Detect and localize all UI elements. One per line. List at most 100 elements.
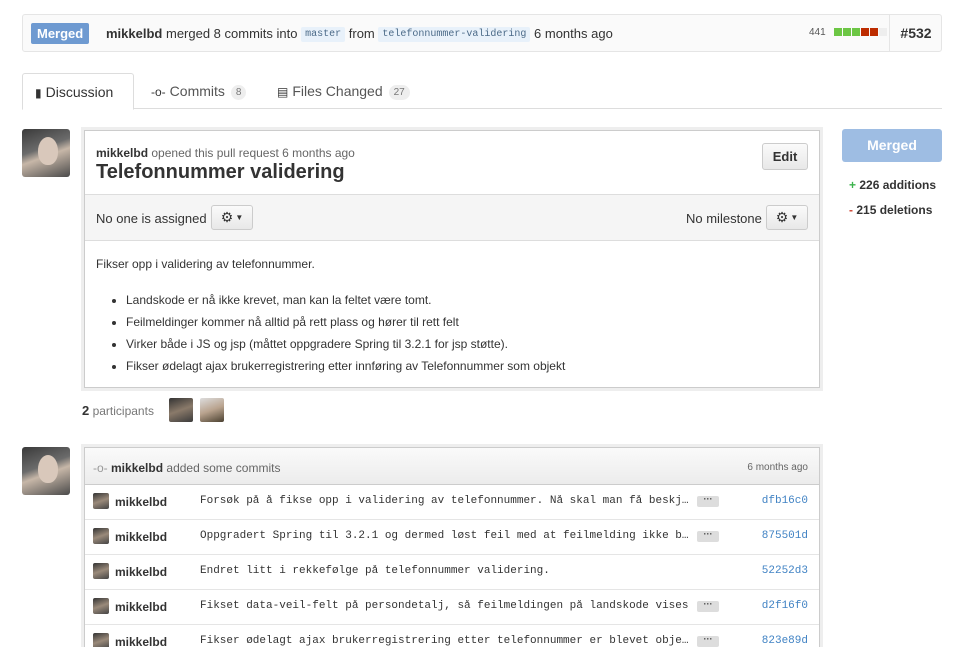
tab-files-changed[interactable]: ▤ Files Changed 27 [277, 73, 410, 109]
expand-message-button[interactable]: ··· [697, 530, 719, 542]
gear-icon: ⚙ [220, 209, 234, 225]
merge-action-text: merged 8 commits into [165, 26, 298, 41]
commit-message-link[interactable]: Forsøk på å fikse opp i validering av te… [200, 495, 690, 507]
avatar[interactable] [93, 528, 109, 544]
commits-time: 6 months ago [747, 462, 808, 473]
base-branch-label[interactable]: master [301, 27, 346, 42]
additions-count: + 226 additions [849, 178, 936, 192]
discussion-icon: ▮ [35, 86, 42, 100]
avatar[interactable] [93, 633, 109, 647]
diffstat-block [870, 28, 879, 37]
files-icon: ▤ [277, 85, 289, 99]
commit-icon: -o- [93, 461, 108, 475]
chevron-down-icon: ▼ [790, 213, 799, 222]
diffstat-block [843, 28, 852, 37]
diffstat-block [879, 28, 888, 37]
expand-message-button[interactable]: ··· [697, 635, 719, 647]
commit-message-link[interactable]: Endret litt i rekkefølge på telefonnumme… [200, 565, 690, 577]
list-item: Fikser ødelagt ajax brukerregistrering e… [126, 357, 565, 379]
pr-state-bar: Merged mikkelbd merged 8 commits into ma… [22, 14, 942, 52]
avatar[interactable] [93, 563, 109, 579]
from-text: from [348, 26, 375, 41]
commit-row: mikkelbd Fikset data-veil-felt på person… [85, 590, 819, 625]
merge-author-link[interactable]: mikkelbd [106, 26, 162, 41]
opened-text: opened this pull request 6 months ago [151, 146, 355, 160]
commit-sha-link[interactable]: 875501d [762, 530, 808, 542]
avatar[interactable] [93, 493, 109, 509]
list-item: Virker både i JS og jsp (måttet oppgrade… [126, 335, 565, 357]
pr-tabs: ▮ Discussion -o- Commits 8 ▤ Files Changed 27 [22, 73, 942, 110]
files-count-badge: 27 [388, 85, 410, 100]
page-title: Telefonnummer validering [96, 161, 345, 183]
opener-author-link[interactable]: mikkelbd [96, 146, 148, 160]
tab-commits[interactable]: -o- Commits 8 [151, 73, 247, 109]
milestone-text: No milestone [686, 211, 762, 226]
commits-header: -o- mikkelbd added some commits 6 months… [85, 448, 819, 485]
merged-state-badge: Merged [31, 23, 90, 44]
commit-sha-link[interactable]: d2f16f0 [762, 600, 808, 612]
pr-description-comment: mikkelbd opened this pull request 6 mont… [84, 130, 820, 388]
tab-commits-label: Commits [169, 83, 225, 99]
assignee-settings-button[interactable]: ⚙ ▼ [211, 205, 253, 230]
tab-files-label: Files Changed [292, 83, 383, 99]
assignee-milestone-row: No one is assigned ⚙ ▼ No milestone ⚙ ▼ [85, 195, 819, 241]
commits-header-text: -o- mikkelbd added some commits [93, 461, 280, 475]
participant-avatar[interactable] [169, 398, 193, 422]
avatar[interactable] [22, 129, 70, 177]
comment-body-text: Fikser opp i validering av telefonnummer… [96, 257, 315, 271]
commits-timeline: -o- mikkelbd added some commits 6 months… [84, 447, 820, 647]
avatar[interactable] [93, 598, 109, 614]
assignee-text: No one is assigned [96, 211, 207, 226]
commits-author-link[interactable]: mikkelbd [111, 461, 163, 475]
comment-header: mikkelbd opened this pull request 6 mont… [85, 131, 819, 195]
list-item: Feilmeldinger kommer nå alltid på rett p… [126, 313, 565, 335]
commit-sha-link[interactable]: 823e89d [762, 635, 808, 647]
edit-button[interactable]: Edit [762, 143, 808, 170]
commit-author-link[interactable]: mikkelbd [115, 530, 167, 544]
participants-count: 2 [82, 403, 90, 418]
gear-icon: ⚙ [775, 209, 789, 225]
opened-line: mikkelbd opened this pull request 6 mont… [96, 146, 355, 160]
commits-action-text: added some commits [166, 461, 281, 475]
additions-text: 226 additions [859, 178, 937, 192]
commit-author-link[interactable]: mikkelbd [115, 600, 167, 614]
diffstat-block [861, 28, 870, 37]
commit-message-link[interactable]: Fikser ødelagt ajax brukerregistrering e… [200, 635, 690, 647]
commit-row: mikkelbd Oppgradert Spring til 3.2.1 og … [85, 520, 819, 555]
commit-icon: -o- [151, 85, 166, 99]
commit-author-link[interactable]: mikkelbd [115, 565, 167, 579]
commit-message-link[interactable]: Oppgradert Spring til 3.2.1 og dermed lø… [200, 530, 690, 542]
head-branch-label[interactable]: telefonnummer-validering [378, 27, 531, 42]
diffstat[interactable]: 441 [809, 27, 888, 38]
deletions-count: - 215 deletions [849, 203, 932, 217]
merge-time: 6 months ago [534, 26, 613, 41]
tab-discussion[interactable]: ▮ Discussion [22, 73, 134, 110]
avatar[interactable] [22, 447, 70, 495]
deletions-text: 215 deletions [856, 203, 933, 217]
chevron-down-icon: ▼ [235, 213, 244, 222]
diffstat-block [834, 28, 843, 37]
commits-count-badge: 8 [230, 85, 247, 100]
plus-icon: + [849, 178, 857, 192]
commit-row: mikkelbd Endret litt i rekkefølge på tel… [85, 555, 819, 590]
commit-author-link[interactable]: mikkelbd [115, 635, 167, 647]
comment-bullet-list: Landskode er nå ikke krevet, man kan la … [126, 291, 565, 379]
minus-icon: - [849, 203, 853, 217]
participants-summary: 2 participants [82, 403, 154, 418]
expand-message-button[interactable]: ··· [697, 600, 719, 612]
commit-row: mikkelbd Forsøk på å fikse opp i valider… [85, 485, 819, 520]
milestone-settings-button[interactable]: ⚙ ▼ [766, 205, 808, 230]
expand-message-button[interactable]: ··· [697, 495, 719, 507]
participant-avatar[interactable] [200, 398, 224, 422]
list-item: Landskode er nå ikke krevet, man kan la … [126, 291, 565, 313]
merge-summary: mikkelbd merged 8 commits into master fr… [106, 26, 613, 44]
diffstat-block [852, 28, 861, 37]
pr-number: #532 [889, 15, 942, 51]
participants-label: participants [92, 404, 154, 418]
tab-discussion-label: Discussion [45, 84, 114, 100]
commit-row: mikkelbd Fikser ødelagt ajax brukerregis… [85, 625, 819, 647]
commit-sha-link[interactable]: dfb16c0 [762, 495, 808, 507]
commit-message-link[interactable]: Fikset data-veil-felt på persondetalj, s… [200, 600, 690, 612]
commit-sha-link[interactable]: 52252d3 [762, 565, 808, 577]
commit-author-link[interactable]: mikkelbd [115, 495, 167, 509]
